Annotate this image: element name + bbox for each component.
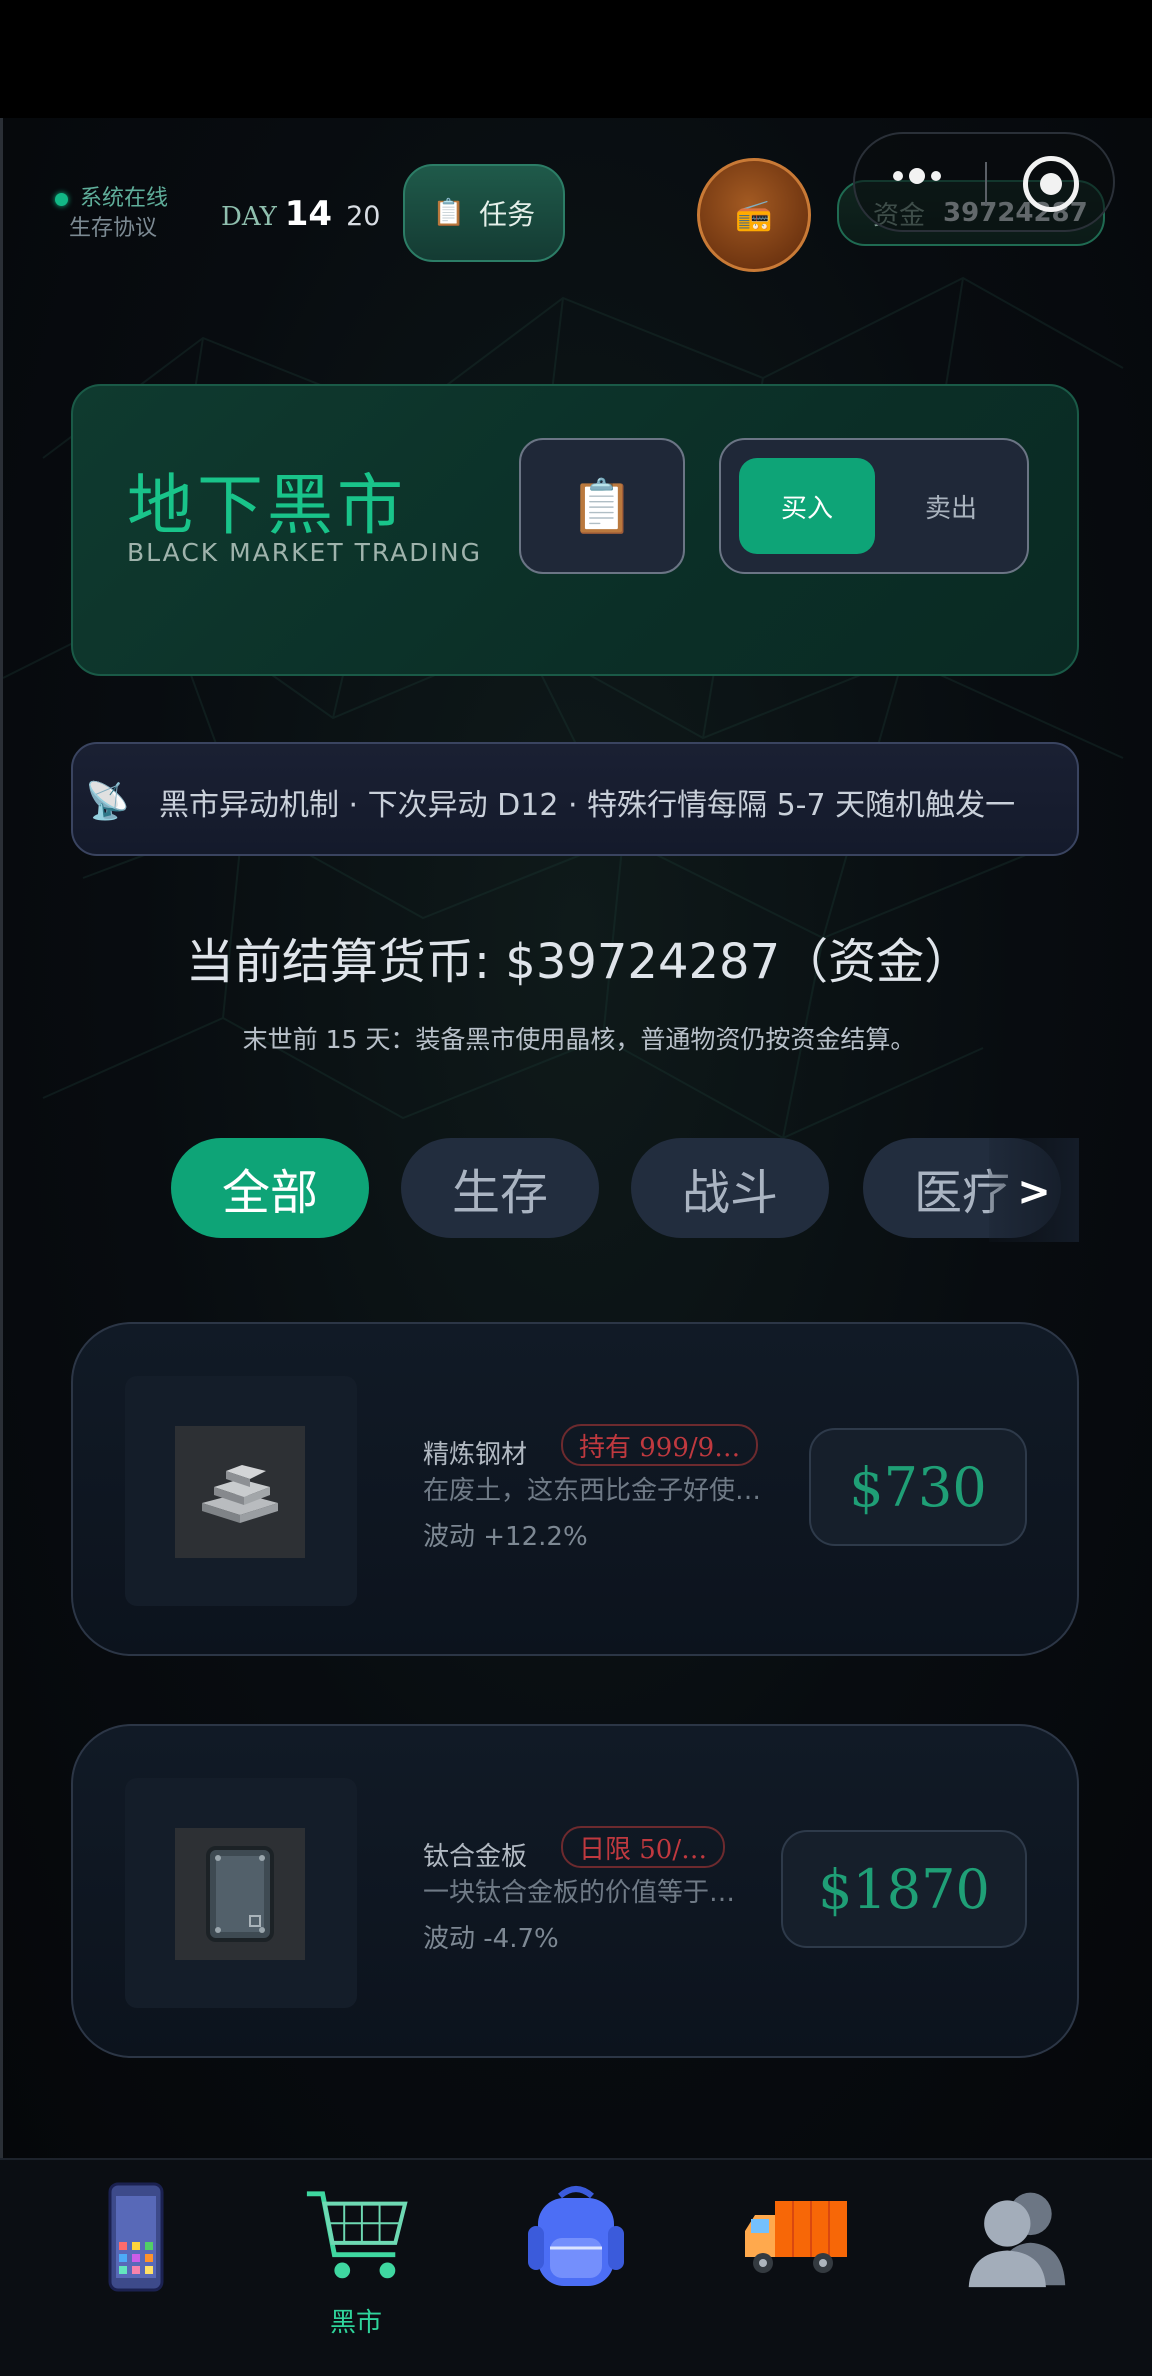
cart-icon	[301, 2182, 411, 2292]
item-description: 一块钛合金板的价值等于…	[423, 1878, 736, 1908]
truck-icon	[741, 2182, 851, 2292]
item-thumbnail	[125, 1376, 357, 1606]
day-sub: 20	[346, 201, 381, 232]
market-header-card: 地下黑市 BLACK MARKET TRADING 📋 买入 卖出	[71, 384, 1079, 676]
close-target-icon[interactable]	[1023, 156, 1079, 212]
clipboard-icon: 📋	[569, 476, 635, 537]
task-button-label: 任务	[479, 198, 536, 231]
clipboard-icon: 📋	[432, 198, 466, 228]
nav-black-market[interactable]: 黑市	[276, 2182, 436, 2362]
bottom-navigation: 黑市	[0, 2158, 1152, 2376]
titanium-plate-icon	[175, 1828, 305, 1960]
tab-combat[interactable]: 战斗	[631, 1138, 829, 1238]
top-status-bar: 系统在线 生存协议 DAY1420 📋 任务 📻 资金 39724287	[3, 118, 1152, 308]
nav-team[interactable]	[936, 2182, 1096, 2362]
item-list: 精炼钢材 持有 999/9… 在废土，这东西比金子好使… 波动 +12.2% $…	[71, 1322, 1079, 2158]
radio-icon: 📻	[735, 197, 773, 233]
status-protocol-text: 生存协议	[69, 216, 158, 241]
item-change: 波动 +12.2%	[423, 1522, 588, 1552]
list-item[interactable]: 精炼钢材 持有 999/9… 在废土，这东西比金子好使… 波动 +12.2% $…	[71, 1322, 1079, 1656]
backpack-icon	[521, 2182, 631, 2292]
phone-icon	[81, 2182, 191, 2292]
item-description: 在废土，这东西比金子好使…	[423, 1476, 762, 1506]
task-button[interactable]: 📋 任务	[403, 164, 565, 262]
market-event-ticker: 📡 黑市异动机制 · 下次异动 D12 · 特殊行情每隔 5-7 天随机触发一	[71, 742, 1079, 856]
capsule-divider	[985, 162, 987, 206]
item-change: 波动 -4.7%	[423, 1924, 559, 1954]
sell-tab[interactable]: 卖出	[891, 458, 1011, 554]
page-subtitle: BLACK MARKET TRADING	[127, 538, 482, 567]
settlement-currency: 当前结算货币: $39724287（资金）	[185, 934, 973, 990]
status-online-text: 系统在线	[80, 186, 169, 211]
records-button[interactable]: 📋	[519, 438, 685, 574]
app-screen: 系统在线 生存协议 DAY1420 📋 任务 📻 资金 39724287 地下黑…	[0, 118, 1152, 2158]
item-name: 精炼钢材	[423, 1440, 528, 1470]
tab-all[interactable]: 全部	[171, 1138, 369, 1238]
online-dot-icon	[55, 192, 68, 206]
page-title: 地下黑市	[127, 467, 407, 544]
item-thumbnail	[125, 1778, 357, 2008]
category-tabs: 全部 生存 战斗 医疗 >	[171, 1138, 1079, 1242]
steel-ingot-icon	[175, 1426, 305, 1558]
ticker-text: 黑市异动机制 · 下次异动 D12 · 特殊行情每隔 5-7 天随机触发一	[159, 788, 1016, 823]
satellite-icon: 📡	[85, 781, 130, 822]
day-value: 14	[284, 194, 333, 234]
tabs-scroll-more[interactable]: >	[989, 1138, 1079, 1242]
day-counter: DAY 14 20	[221, 194, 380, 234]
item-name: 钛合金板	[423, 1842, 528, 1872]
item-price-button[interactable]: $730	[809, 1428, 1027, 1546]
item-hold-badge: 持有 999/9…	[561, 1424, 759, 1466]
miniprogram-capsule	[853, 132, 1115, 232]
tab-survival[interactable]: 生存	[401, 1138, 599, 1238]
day-label: DAY	[221, 202, 277, 232]
buy-sell-toggle: 买入 卖出	[719, 438, 1029, 574]
currency-note: 末世前 15 天：装备黑市使用晶核，普通物资仍按资金结算。	[242, 1025, 916, 1054]
radio-button[interactable]: 📻	[697, 158, 811, 272]
users-icon	[961, 2182, 1071, 2292]
nav-black-market-label: 黑市	[329, 2308, 382, 2338]
system-status: 系统在线 生存协议	[55, 184, 168, 244]
nav-truck[interactable]	[716, 2182, 876, 2362]
nav-phone[interactable]	[56, 2182, 216, 2362]
list-item[interactable]: 钛合金板 日限 50/… 一块钛合金板的价值等于… 波动 -4.7% $1870	[71, 1724, 1079, 2058]
item-limit-badge: 日限 50/…	[561, 1826, 726, 1868]
item-price-button[interactable]: $1870	[781, 1830, 1027, 1948]
nav-backpack[interactable]	[496, 2182, 656, 2362]
buy-tab[interactable]: 买入	[739, 458, 875, 554]
more-menu-icon[interactable]	[893, 168, 941, 184]
